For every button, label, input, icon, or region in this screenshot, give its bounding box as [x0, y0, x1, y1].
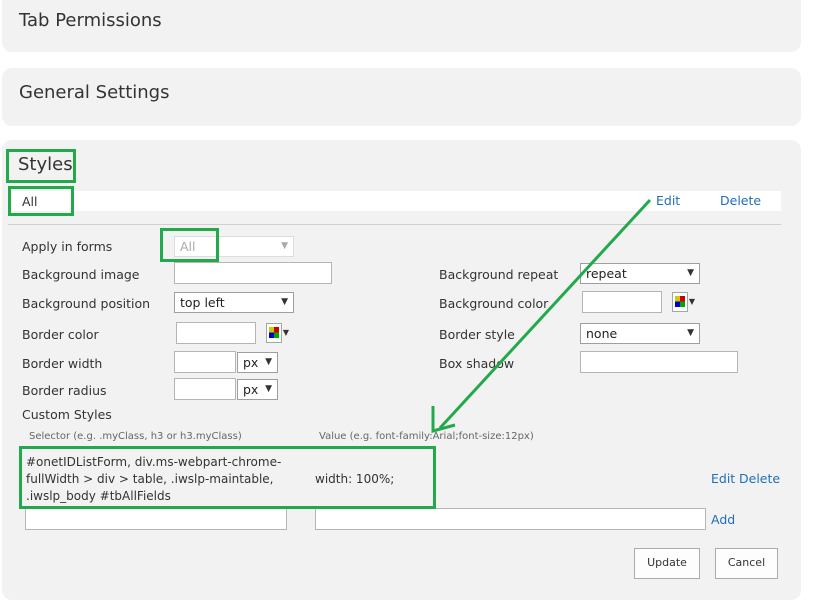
- border-width-input[interactable]: [174, 351, 236, 373]
- border-color-input[interactable]: [176, 322, 256, 344]
- highlight-style-name: [8, 186, 74, 216]
- general-settings-title[interactable]: General Settings: [19, 82, 170, 103]
- selector-hint: Selector (e.g. .myClass, h3 or h3.myClas…: [29, 431, 242, 442]
- palette-icon[interactable]: ▼: [672, 292, 695, 312]
- general-settings-panel[interactable]: General Settings: [2, 68, 801, 126]
- border-width-unit-select[interactable]: px ▼: [237, 352, 278, 373]
- background-position-select[interactable]: top left ▼: [174, 292, 294, 313]
- border-width-label: Border width: [22, 356, 103, 371]
- border-radius-unit: px: [243, 382, 259, 397]
- border-style-value: none: [586, 326, 618, 341]
- add-link[interactable]: Add: [711, 512, 735, 527]
- custom-rule-delete-link[interactable]: Delete: [739, 471, 780, 486]
- highlight-styles-title: [6, 149, 76, 183]
- border-radius-input[interactable]: [174, 378, 236, 400]
- border-color-label: Border color: [22, 327, 99, 342]
- custom-rule-edit-link[interactable]: Edit: [711, 471, 735, 486]
- box-shadow-label: Box shadow: [439, 356, 515, 371]
- cancel-button[interactable]: Cancel: [715, 548, 778, 579]
- style-edit-link[interactable]: Edit: [656, 193, 680, 208]
- box-shadow-input[interactable]: [580, 351, 738, 373]
- styles-panel: Styles All Edit Delete Apply in forms Al…: [2, 140, 801, 600]
- tab-permissions-title[interactable]: Tab Permissions: [19, 10, 162, 31]
- chevron-down-icon: ▼: [265, 384, 272, 394]
- background-image-label: Background image: [22, 267, 140, 282]
- background-position-label: Background position: [22, 296, 151, 311]
- background-repeat-select[interactable]: repeat ▼: [580, 263, 700, 284]
- new-value-input[interactable]: [315, 508, 706, 530]
- apply-in-forms-label: Apply in forms: [22, 239, 113, 254]
- value-hint: Value (e.g. font-family:Arial;font-size:…: [319, 431, 534, 442]
- background-repeat-value: repeat: [586, 266, 627, 281]
- style-delete-link[interactable]: Delete: [720, 193, 761, 208]
- chevron-down-icon: ▼: [687, 268, 694, 278]
- chevron-down-icon: ▼: [281, 241, 288, 251]
- divider: [8, 224, 781, 225]
- chevron-down-icon: ▼: [281, 297, 288, 307]
- background-repeat-label: Background repeat: [439, 267, 559, 282]
- style-list-row[interactable]: All Edit Delete: [8, 191, 781, 211]
- border-style-label: Border style: [439, 327, 515, 342]
- border-radius-label: Border radius: [22, 383, 107, 398]
- border-radius-unit-select[interactable]: px ▼: [237, 379, 278, 400]
- tab-permissions-panel[interactable]: Tab Permissions: [2, 0, 801, 52]
- border-width-unit: px: [243, 355, 259, 370]
- highlight-custom-rule: [19, 446, 436, 509]
- highlight-apply-in-forms: [160, 228, 219, 262]
- custom-styles-label: Custom Styles: [22, 407, 112, 422]
- background-position-value: top left: [180, 295, 225, 310]
- chevron-down-icon: ▼: [687, 328, 694, 338]
- border-style-select[interactable]: none ▼: [580, 323, 700, 344]
- background-image-input[interactable]: [174, 262, 332, 284]
- new-selector-input[interactable]: [25, 508, 287, 530]
- update-button[interactable]: Update: [634, 548, 700, 579]
- background-color-input[interactable]: [582, 291, 662, 313]
- chevron-down-icon: ▼: [265, 357, 272, 367]
- background-color-label: Background color: [439, 296, 549, 311]
- palette-icon[interactable]: ▼: [266, 323, 289, 343]
